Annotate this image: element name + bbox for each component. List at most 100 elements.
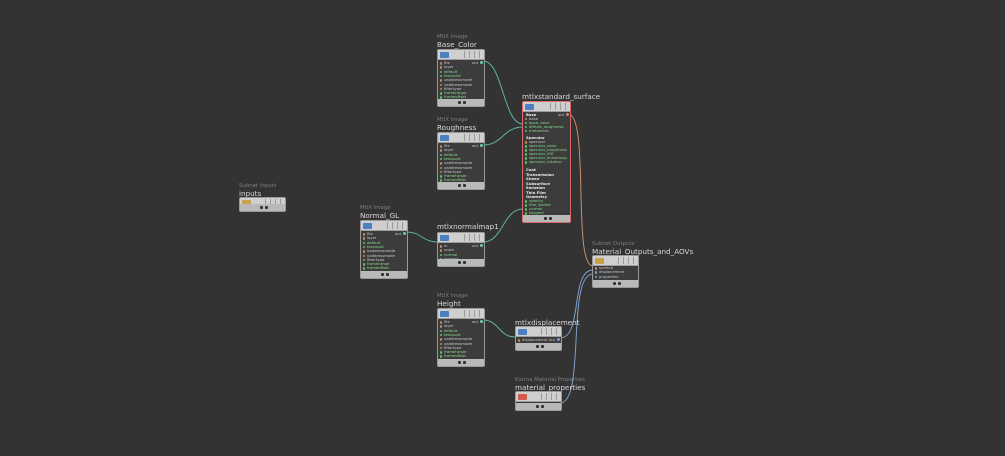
node-body[interactable]: out file layer default texcoord uaddress…	[437, 308, 485, 367]
input-port[interactable]	[524, 157, 528, 160]
input-port[interactable]	[362, 263, 366, 266]
input-port[interactable]	[524, 141, 528, 144]
node-name-label: mtlxnormalmap1	[437, 222, 499, 231]
node-roughness[interactable]: MtlX Image Roughness out file layer defa…	[437, 117, 485, 191]
input-port[interactable]	[439, 162, 443, 165]
output-port[interactable]	[479, 320, 483, 324]
node-body[interactable]: out file layer default texcoord uaddress…	[437, 132, 485, 190]
input-port[interactable]	[439, 83, 443, 87]
output-label: out	[472, 320, 478, 324]
node-material-properties[interactable]: Karma Material Properties material_prope…	[515, 377, 585, 412]
mtlx-node-icon	[525, 103, 534, 110]
node-body[interactable]: out Base base base_color diffuse_roughne…	[522, 101, 571, 223]
input-port[interactable]	[524, 149, 528, 152]
node-displacement[interactable]: mtlxdisplacement out displacement scale	[515, 317, 580, 351]
input-port[interactable]	[439, 62, 443, 65]
input-port[interactable]	[439, 325, 443, 328]
karma-material-icon	[518, 393, 527, 400]
node-base-color[interactable]: MtlX Image Base_Color out file layer def…	[437, 34, 485, 108]
output-port[interactable]	[479, 244, 483, 248]
input-port[interactable]	[439, 149, 443, 152]
input-port[interactable]	[524, 208, 528, 211]
input-port[interactable]	[362, 233, 366, 236]
network-canvas[interactable]: Subnet Inputs inputs MtlX Image Base_Col…	[0, 0, 1005, 456]
input-port[interactable]	[439, 253, 443, 257]
input-port[interactable]	[594, 271, 598, 274]
input-port[interactable]	[439, 321, 443, 324]
input-port[interactable]	[524, 153, 528, 156]
input-port[interactable]	[524, 145, 528, 148]
input-port[interactable]	[362, 245, 366, 249]
output-label: out	[549, 338, 555, 342]
input-port[interactable]	[439, 87, 443, 91]
input-port[interactable]	[362, 250, 366, 253]
input-port[interactable]	[362, 254, 366, 258]
node-body[interactable]: surface displacement properties next	[592, 255, 639, 288]
node-standard-surface[interactable]: mtlxstandard_surface out Base base base_…	[522, 91, 600, 223]
input-port[interactable]	[439, 66, 443, 69]
input-port[interactable]	[439, 70, 443, 74]
input-port[interactable]	[439, 338, 443, 341]
output-port[interactable]	[479, 144, 483, 148]
input-port[interactable]	[524, 117, 528, 121]
input-port[interactable]	[439, 166, 443, 170]
input-port[interactable]	[594, 275, 598, 279]
input-port[interactable]	[362, 267, 366, 270]
wire-height-to-displacement	[482, 319, 516, 338]
input-port[interactable]	[524, 129, 528, 133]
input-port[interactable]	[362, 237, 366, 240]
input-port[interactable]	[524, 200, 528, 203]
input-port[interactable]	[439, 74, 443, 78]
node-name-label: Normal_GL	[360, 211, 400, 220]
node-body[interactable]: out file layer default texcoord uaddress…	[360, 220, 408, 279]
input-port[interactable]	[524, 161, 528, 164]
node-height[interactable]: MtlX Image Height out file layer default…	[437, 293, 485, 368]
node-subnet-inputs[interactable]: Subnet Inputs inputs	[239, 183, 286, 213]
input-label: metalness	[529, 127, 549, 133]
input-port[interactable]	[439, 92, 443, 95]
input-port[interactable]	[524, 121, 528, 125]
input-port[interactable]	[362, 241, 366, 245]
output-label: out	[472, 244, 478, 248]
node-normal-gl[interactable]: MtlX Image Normal_GL out file layer defa…	[360, 205, 408, 280]
node-body[interactable]	[239, 197, 286, 212]
input-port[interactable]	[524, 204, 528, 207]
node-name-label: Height	[437, 299, 461, 308]
node-subnet-outputs[interactable]: Subnet Outputs Material_Outputs_and_AOVs…	[592, 241, 693, 289]
input-port[interactable]	[439, 342, 443, 346]
input-port[interactable]	[524, 125, 528, 129]
node-wires	[405, 60, 594, 404]
node-body[interactable]: out file layer default texcoord uaddress…	[437, 49, 485, 107]
input-port[interactable]	[439, 145, 443, 148]
mtlx-image-icon	[440, 134, 449, 141]
input-port[interactable]	[439, 355, 443, 358]
input-port[interactable]	[439, 245, 443, 248]
node-body[interactable]: out displacement scale	[515, 326, 562, 351]
node-name-label: Roughness	[437, 123, 477, 132]
input-port[interactable]	[517, 339, 521, 342]
output-port[interactable]	[565, 113, 569, 117]
wire-displacement-to-outputs	[559, 269, 594, 339]
input-port[interactable]	[439, 175, 443, 178]
wire-normal-to-normalmap	[405, 231, 439, 243]
input-port[interactable]	[439, 346, 443, 350]
input-port[interactable]	[439, 329, 443, 333]
input-port[interactable]	[439, 157, 443, 161]
input-port[interactable]	[439, 153, 443, 157]
node-normalmap[interactable]: mtlxnormalmap1 out in scale normal tange…	[437, 221, 499, 267]
output-port[interactable]	[402, 232, 406, 236]
input-port[interactable]	[362, 258, 366, 262]
node-body[interactable]: out in scale normal tangent bitangent	[437, 232, 485, 267]
input-port[interactable]	[439, 79, 443, 82]
mtlx-image-icon	[440, 51, 449, 58]
node-body[interactable]: properties	[515, 391, 562, 411]
mtlx-node-icon	[518, 328, 527, 335]
input-port[interactable]	[439, 351, 443, 354]
output-port[interactable]	[479, 61, 483, 65]
node-name-label: Base_Color	[437, 40, 477, 49]
output-port[interactable]	[556, 338, 560, 342]
input-port[interactable]	[439, 333, 443, 337]
input-port[interactable]	[594, 267, 598, 270]
input-port[interactable]	[439, 249, 443, 252]
input-port[interactable]	[439, 170, 443, 174]
